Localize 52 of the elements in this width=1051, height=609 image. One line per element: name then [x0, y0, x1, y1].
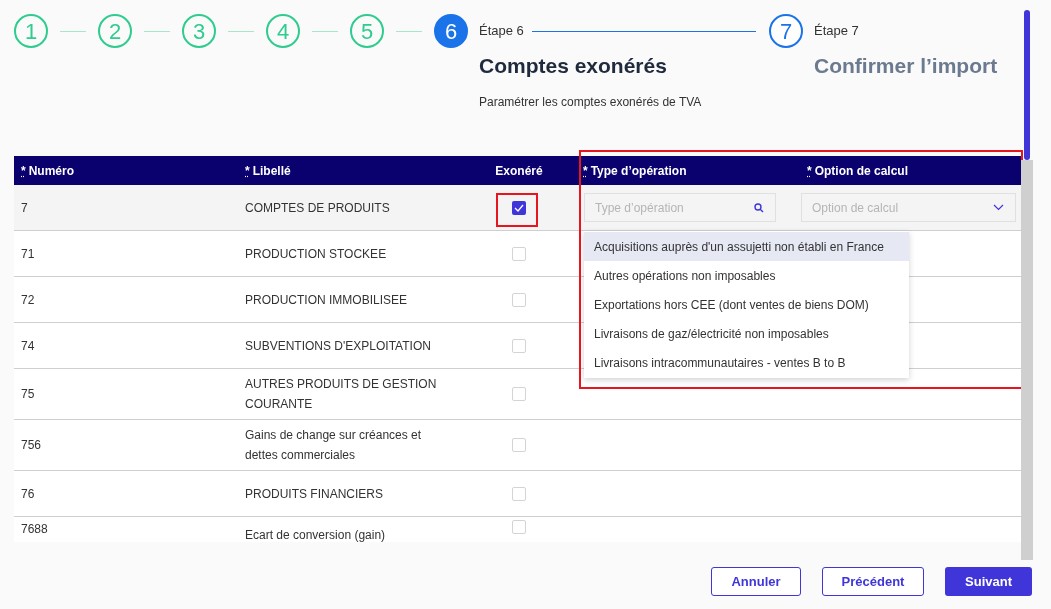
action-button[interactable]: Annuler	[711, 567, 801, 596]
column-header: Type d’opération	[590, 162, 687, 180]
table-cell: SUBVENTIONS D'EXPLOITATION	[245, 338, 431, 353]
table-cell: 76	[21, 486, 35, 501]
checkbox[interactable]	[512, 438, 526, 452]
dropdown-option[interactable]: Exportations hors CEE (dont ventes de biens DOM)	[584, 290, 909, 319]
step-description: Paramétrer les comptes exonérés de TVA	[479, 93, 703, 111]
required-mark: *	[807, 162, 812, 180]
dropdown-option[interactable]: Livraisons intracommunautaires - ventes B to B	[584, 348, 909, 377]
column-header: Libellé	[252, 162, 291, 180]
column-header: Numéro	[28, 162, 74, 180]
table-cell: 71	[21, 246, 35, 261]
highlight-frame	[496, 193, 538, 227]
table-cell: 7	[21, 200, 28, 215]
checkbox[interactable]	[512, 338, 526, 353]
required-mark: *	[21, 162, 26, 180]
action-button[interactable]: Suivant	[945, 567, 1032, 596]
checkbox[interactable]	[512, 387, 526, 401]
dropdown-option[interactable]: Livraisons de gaz/électricité non imposables	[584, 319, 909, 348]
table-cell: PRODUITS FINANCIERS	[245, 486, 383, 501]
table-cell: PRODUCTION IMMOBILISEE	[245, 292, 408, 307]
checkbox[interactable]	[512, 246, 526, 261]
table-cell: PRODUCTION STOCKEE	[245, 246, 387, 261]
dropdown-option[interactable]: Acquisitions auprès d'un assujetti non établi en France	[584, 232, 909, 261]
table-cell: Gains de change sur créances et dettes commerciales	[245, 428, 422, 462]
checkbox[interactable]	[512, 486, 526, 501]
table-cell: 74	[21, 338, 35, 353]
column-header: Option de calcul	[814, 162, 909, 180]
step-title: Confirmer l’import	[814, 53, 999, 79]
checkbox[interactable]	[512, 200, 526, 215]
table-cell: 7688	[21, 522, 48, 536]
table-cell: Ecart de conversion (gain)	[245, 528, 386, 542]
required-mark: *	[583, 162, 588, 180]
table-cell: 75	[21, 387, 35, 401]
step-label: Étape 6	[479, 22, 524, 41]
search-field[interactable]: Type d’opération	[584, 193, 776, 222]
checkbox[interactable]	[512, 292, 526, 307]
select-field[interactable]: Option de calcul	[801, 193, 1016, 222]
table-cell: 756	[21, 438, 42, 452]
step-title: Comptes exonérés	[479, 53, 668, 79]
column-header: Exonéré	[495, 162, 543, 180]
search-icon	[754, 203, 764, 213]
check-icon	[514, 203, 524, 212]
chevron-down-icon	[993, 204, 1004, 211]
dropdown-option[interactable]: Autres opérations non imposables	[584, 261, 909, 290]
checkbox[interactable]	[512, 520, 526, 534]
step-label: Étape 7	[814, 22, 859, 41]
required-mark: *	[245, 162, 250, 180]
table-cell: 72	[21, 292, 35, 307]
table-cell: AUTRES PRODUITS DE GESTION COURANTE	[245, 377, 437, 411]
table-cell: COMPTES DE PRODUITS	[245, 200, 390, 215]
action-button[interactable]: Précédent	[822, 567, 924, 596]
